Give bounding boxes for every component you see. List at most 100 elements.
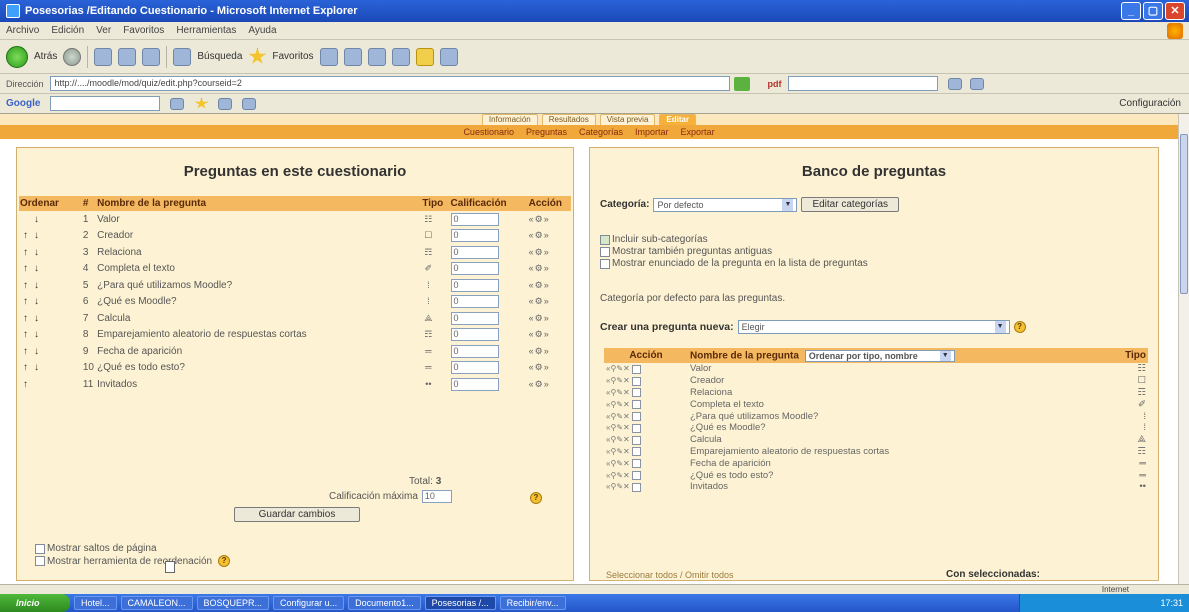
bookmarks-star-icon[interactable] (194, 97, 209, 109)
sort-select[interactable]: Ordenar por tipo, nombre ▼ (804, 349, 955, 362)
delete-icon[interactable]: ✕ (623, 376, 630, 385)
tab-informacion[interactable]: Información (481, 114, 538, 125)
move-up-icon[interactable]: ↑ (20, 280, 31, 291)
save-changes-button[interactable]: Guardar cambios (234, 507, 360, 522)
preview-question-icon[interactable]: » (544, 296, 550, 306)
maximize-button[interactable]: ▢ (1143, 2, 1163, 20)
show-reorder-option[interactable]: Mostrar herramienta de reordenación ? (35, 555, 231, 567)
menu-ayuda[interactable]: Ayuda (248, 25, 276, 36)
move-down-icon[interactable]: ↓ (31, 346, 42, 357)
scrollbar-thumb[interactable] (1180, 134, 1188, 294)
taskbar-item[interactable]: Posesorias /... (424, 596, 496, 610)
show-text-checkbox[interactable] (600, 258, 610, 269)
move-down-icon[interactable]: ↓ (31, 280, 42, 291)
preview-question-icon[interactable]: » (544, 346, 550, 356)
vertical-scrollbar[interactable] (1178, 114, 1189, 584)
delete-icon[interactable]: ✕ (623, 459, 630, 468)
move-down-icon[interactable]: ↓ (31, 296, 42, 307)
question-grade-input[interactable]: 0 (450, 328, 499, 342)
taskbar-item[interactable]: Documento1... (348, 596, 421, 610)
back-arrow-icon[interactable] (6, 45, 28, 68)
delete-icon[interactable]: ✕ (623, 447, 630, 456)
google-settings[interactable]: Configuración (1119, 98, 1181, 109)
taskbar-item[interactable]: CAMALEON... (120, 596, 193, 610)
taskbar-item[interactable]: BOSQUEPR... (196, 596, 270, 610)
start-button[interactable]: Inicio (0, 594, 70, 612)
chevron-down-icon[interactable]: ▼ (994, 321, 1006, 333)
chevron-down-icon[interactable]: ▼ (939, 350, 951, 361)
minimize-button[interactable]: _ (1121, 2, 1141, 20)
subtab-importar[interactable]: Importar (635, 127, 669, 137)
move-up-icon[interactable]: ↑ (20, 313, 31, 324)
edit-icon[interactable]: ✎ (616, 471, 623, 480)
delete-icon[interactable]: ✕ (623, 388, 630, 397)
help-icon[interactable]: ? (1013, 321, 1026, 333)
history-icon[interactable] (319, 47, 338, 66)
forward-arrow-icon[interactable] (63, 47, 82, 66)
folder-icon[interactable] (415, 47, 434, 66)
question-grade-input[interactable]: 0 (450, 262, 499, 276)
google-search-input[interactable] (50, 96, 161, 111)
preview-question-icon[interactable]: » (544, 313, 550, 323)
refresh-icon[interactable] (118, 47, 137, 66)
close-button[interactable]: ✕ (1165, 2, 1185, 20)
edit-question-icon[interactable]: ⚙ (535, 379, 544, 389)
max-grade-input[interactable]: 10 (421, 490, 452, 503)
help-icon[interactable]: ? (530, 492, 542, 504)
subtab-exportar[interactable]: Exportar (681, 127, 715, 137)
edit-icon[interactable]: ✎ (616, 423, 623, 432)
edit-icon[interactable]: ✎ (616, 364, 623, 373)
move-up-icon[interactable]: ↑ (20, 329, 31, 340)
delete-icon[interactable]: ✕ (623, 435, 630, 444)
favorites-star-icon[interactable] (248, 47, 267, 64)
delete-icon[interactable]: ✕ (623, 400, 630, 409)
home-icon[interactable] (142, 47, 161, 66)
tab-resultados[interactable]: Resultados (541, 114, 596, 125)
edit-question-icon[interactable]: ⚙ (535, 247, 544, 257)
tab-vista-previa[interactable]: Vista previa (599, 114, 656, 125)
question-grade-input[interactable]: 0 (450, 229, 499, 243)
help-icon[interactable]: ? (218, 555, 231, 567)
edit-question-icon[interactable]: ⚙ (535, 296, 544, 306)
pdf-convert-icon[interactable] (969, 77, 984, 90)
preview-question-icon[interactable]: » (544, 362, 550, 372)
delete-icon[interactable]: ✕ (623, 412, 630, 421)
preview-question-icon[interactable]: » (544, 214, 550, 224)
search-icon[interactable] (173, 47, 192, 66)
edit-question-icon[interactable]: ⚙ (535, 280, 544, 290)
menu-herramientas[interactable]: Herramientas (176, 25, 236, 36)
move-up-icon[interactable]: ↑ (20, 362, 31, 373)
edit-icon[interactable]: ✎ (616, 435, 623, 444)
spellcheck-icon[interactable] (242, 97, 257, 110)
menu-ver[interactable]: Ver (96, 25, 111, 36)
question-grade-input[interactable]: 0 (450, 344, 499, 358)
select-question-checkbox[interactable] (631, 459, 641, 469)
pdf-search-input[interactable] (787, 76, 938, 91)
chevron-down-icon[interactable]: ▼ (782, 198, 794, 211)
preview-question-icon[interactable]: » (544, 247, 550, 257)
question-grade-input[interactable]: 0 (450, 278, 499, 292)
favorites-label[interactable]: Favoritos (272, 51, 313, 62)
old-questions-checkbox[interactable] (600, 246, 610, 257)
select-question-checkbox[interactable] (631, 435, 641, 445)
edit-icon[interactable]: ✎ (616, 400, 623, 409)
select-question-checkbox[interactable] (631, 364, 641, 374)
show-page-breaks-checkbox[interactable] (35, 543, 45, 554)
preview-question-icon[interactable]: » (544, 230, 550, 240)
taskbar-item[interactable]: Configurar u... (273, 596, 345, 610)
menu-favoritos[interactable]: Favoritos (123, 25, 164, 36)
select-question-checkbox[interactable] (631, 423, 641, 433)
back-label[interactable]: Atrás (34, 51, 57, 62)
option-show-text[interactable]: Mostrar enunciado de la pregunta en la l… (600, 258, 868, 269)
move-down-icon[interactable]: ↓ (31, 247, 42, 258)
edit-icon[interactable]: ✎ (616, 482, 623, 491)
question-grade-input[interactable]: 0 (450, 377, 499, 391)
move-up-icon[interactable]: ↑ (20, 263, 31, 274)
small-edit-icon[interactable] (165, 561, 175, 573)
edit-icon[interactable]: ✎ (616, 447, 623, 456)
move-down-icon[interactable]: ↓ (31, 362, 42, 373)
move-down-icon[interactable]: ↓ (31, 313, 42, 324)
question-grade-input[interactable]: 0 (450, 311, 499, 325)
question-grade-input[interactable]: 0 (450, 295, 499, 309)
move-up-icon[interactable]: ↑ (20, 346, 31, 357)
